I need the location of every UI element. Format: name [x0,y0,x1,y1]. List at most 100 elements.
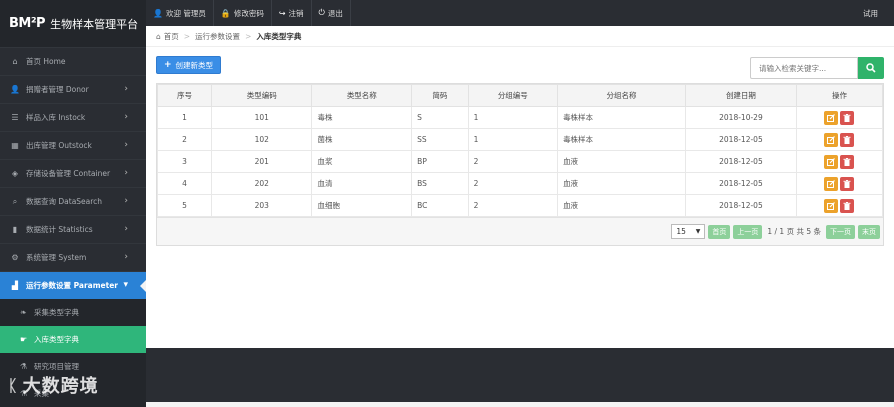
breadcrumb-separator: > [183,31,191,41]
search-input[interactable] [750,57,858,79]
flask-icon: ⚗ [20,362,28,371]
table-cell: 血浆 [311,150,413,173]
page-info: 1 / 1 页 共 5 条 [767,227,821,236]
chevron-right-icon: › [124,168,128,178]
create-type-button[interactable]: + 创建新类型 [156,56,222,74]
next-page-button[interactable]: 下一页 [826,224,855,239]
table-cell: 2018-12-05 [684,172,797,195]
breadcrumb-section[interactable]: 运行参数设置 [195,31,240,42]
chevron-down-icon: ▾ [123,280,128,290]
hand-icon: ☛ [20,335,28,344]
home-icon: ⌂ [156,31,161,41]
sidebar-item-label: 数据统计 Statistics [26,225,93,234]
sidebar-item-4[interactable]: ◈ 存储设备管理 Container › [0,159,146,187]
table-cell: 203 [211,194,313,217]
table-cell: 5 [156,194,213,217]
sidebar-item-0[interactable]: ⌂ 首页 Home [0,47,146,75]
watermark: ᛕ 大数跨境 [8,372,99,398]
table-cell: 毒株样本 [557,128,686,151]
sidebar-subitem-label: 采集类型字典 [34,308,79,317]
page-size-value: 15 [676,227,686,236]
table-row: 2 102 菌株 SS 1 毒株样本 2018-12-05 [156,128,884,151]
table-cell: 毒株 [311,106,413,129]
edit-button[interactable] [824,176,839,191]
last-page-button[interactable]: 末页 [858,224,880,239]
table-cell: SS [411,128,469,151]
search-button[interactable] [858,57,884,79]
table-cell: S [411,106,469,129]
sidebar-item-label: 出库管理 Outstock [26,141,92,150]
delete-button[interactable] [840,176,855,191]
top-nav-links: 👤 欢迎 管理员 🔒 修改密码 ↪ 注销 ⏻ 退出 [146,0,351,26]
sidebar-item-3[interactable]: ▦ 出库管理 Outstock › [0,131,146,159]
breadcrumb-current: 入库类型字典 [256,31,302,41]
delete-button[interactable] [840,110,855,125]
table-cell: 2018-12-05 [684,128,797,151]
column-header: 类型名称 [311,84,413,107]
column-header: 分组名称 [557,84,686,107]
home-icon: ⌂ [12,57,18,66]
column-header: 操作 [795,84,884,107]
topnav-label: 修改密码 [233,8,264,18]
create-type-label: 创建新类型 [175,60,214,70]
sidebar-item-7[interactable]: ⚙ 系统管理 System › [0,243,146,271]
edit-button[interactable] [824,198,839,213]
topnav-link-2[interactable]: ↪ 注销 [272,0,312,26]
table-cell: 2018-12-05 [684,194,797,217]
table-cell: 3 [156,150,213,173]
edit-button[interactable] [824,132,839,147]
delete-button[interactable] [840,198,855,213]
table-cell: 202 [211,172,313,195]
table-cell: 2 [156,128,213,151]
chevron-right-icon: › [124,196,128,206]
table-row: 4 202 血清 BS 2 血液 2018-12-05 [156,172,884,195]
topnav-link-1[interactable]: 🔒 修改密码 [214,0,272,26]
topnav-label: 退出 [327,8,343,18]
chevron-right-icon: › [124,140,128,150]
sidebar-subitem-1[interactable]: ☛ 入库类型字典 [0,326,146,353]
table-cell: BC [411,194,469,217]
breadcrumb-home[interactable]: 首页 [164,31,179,42]
signal-icon: ▟ [11,281,19,290]
topnav-link-3[interactable]: ⏻ 退出 [312,0,351,26]
table-cell: 1 [156,106,213,129]
edit-button[interactable] [824,110,839,125]
sidebar-item-5[interactable]: ⌕ 数据查询 DataSearch › [0,187,146,215]
table-cell: BS [411,172,469,195]
user-icon: 👤 [153,8,163,18]
watermark-text: 大数跨境 [22,376,99,397]
sidebar-item-2[interactable]: ☰ 样品入库 Instock › [0,103,146,131]
first-page-button[interactable]: 首页 [708,224,731,239]
table-cell: 4 [156,172,213,195]
chevron-right-icon: › [124,84,128,94]
sidebar-item-label: 捐赠者管理 Donor [26,85,89,94]
sidebar-menu: ⌂ 首页 Home 👤 捐赠者管理 Donor › ☰ 样品入库 Instock › ▦ 出库管理… [0,47,146,407]
sidebar-item-label: 数据查询 DataSearch [26,197,103,206]
brand-header: BM²P 生物样本管理平台 [0,0,146,47]
topnav-link-0[interactable]: 👤 欢迎 管理员 [146,0,214,26]
search-icon: ⌕ [12,196,18,206]
delete-button[interactable] [840,154,855,169]
sidebar: BM²P 生物样本管理平台 ⌂ 首页 Home 👤 捐赠者管理 Donor › ☰ 样品入库… [0,0,146,407]
type-table-panel: 序号 类型编码 类型名称 简码 分组编号 分组名称 创建日期 操作 1 101 毒株 S 1 毒株样本 2… [156,83,884,246]
topnav-label: 欢迎 管理员 [165,8,206,18]
delete-button[interactable] [840,132,855,147]
sidebar-subitem-0[interactable]: ❧ 采集类型字典 [0,299,146,326]
trash-icon [843,113,851,122]
edit-button[interactable] [824,154,839,169]
table-row: 1 101 毒株 S 1 毒株样本 2018-10-29 [156,106,884,129]
prev-page-button[interactable]: 上一页 [733,224,763,239]
watermark-logo-icon: ᛕ [8,375,19,395]
table-cell: 201 [211,150,313,173]
trash-icon [843,157,851,166]
sidebar-item-8[interactable]: ▟ 运行参数设置 Parameter ▾ [0,271,146,299]
trial-label[interactable]: 试用 [863,8,878,19]
grid-icon: ▦ [11,141,19,150]
table-cell: 血液 [557,172,686,195]
page-size-select[interactable]: 15 ▼ [671,224,706,239]
sidebar-item-6[interactable]: ▮ 数据统计 Statistics › [0,215,146,243]
sidebar-item-1[interactable]: 👤 捐赠者管理 Donor › [0,75,146,103]
column-header: 类型编码 [211,84,313,107]
table-cell: 菌株 [311,128,413,151]
logout-icon: ↪ [278,8,286,18]
